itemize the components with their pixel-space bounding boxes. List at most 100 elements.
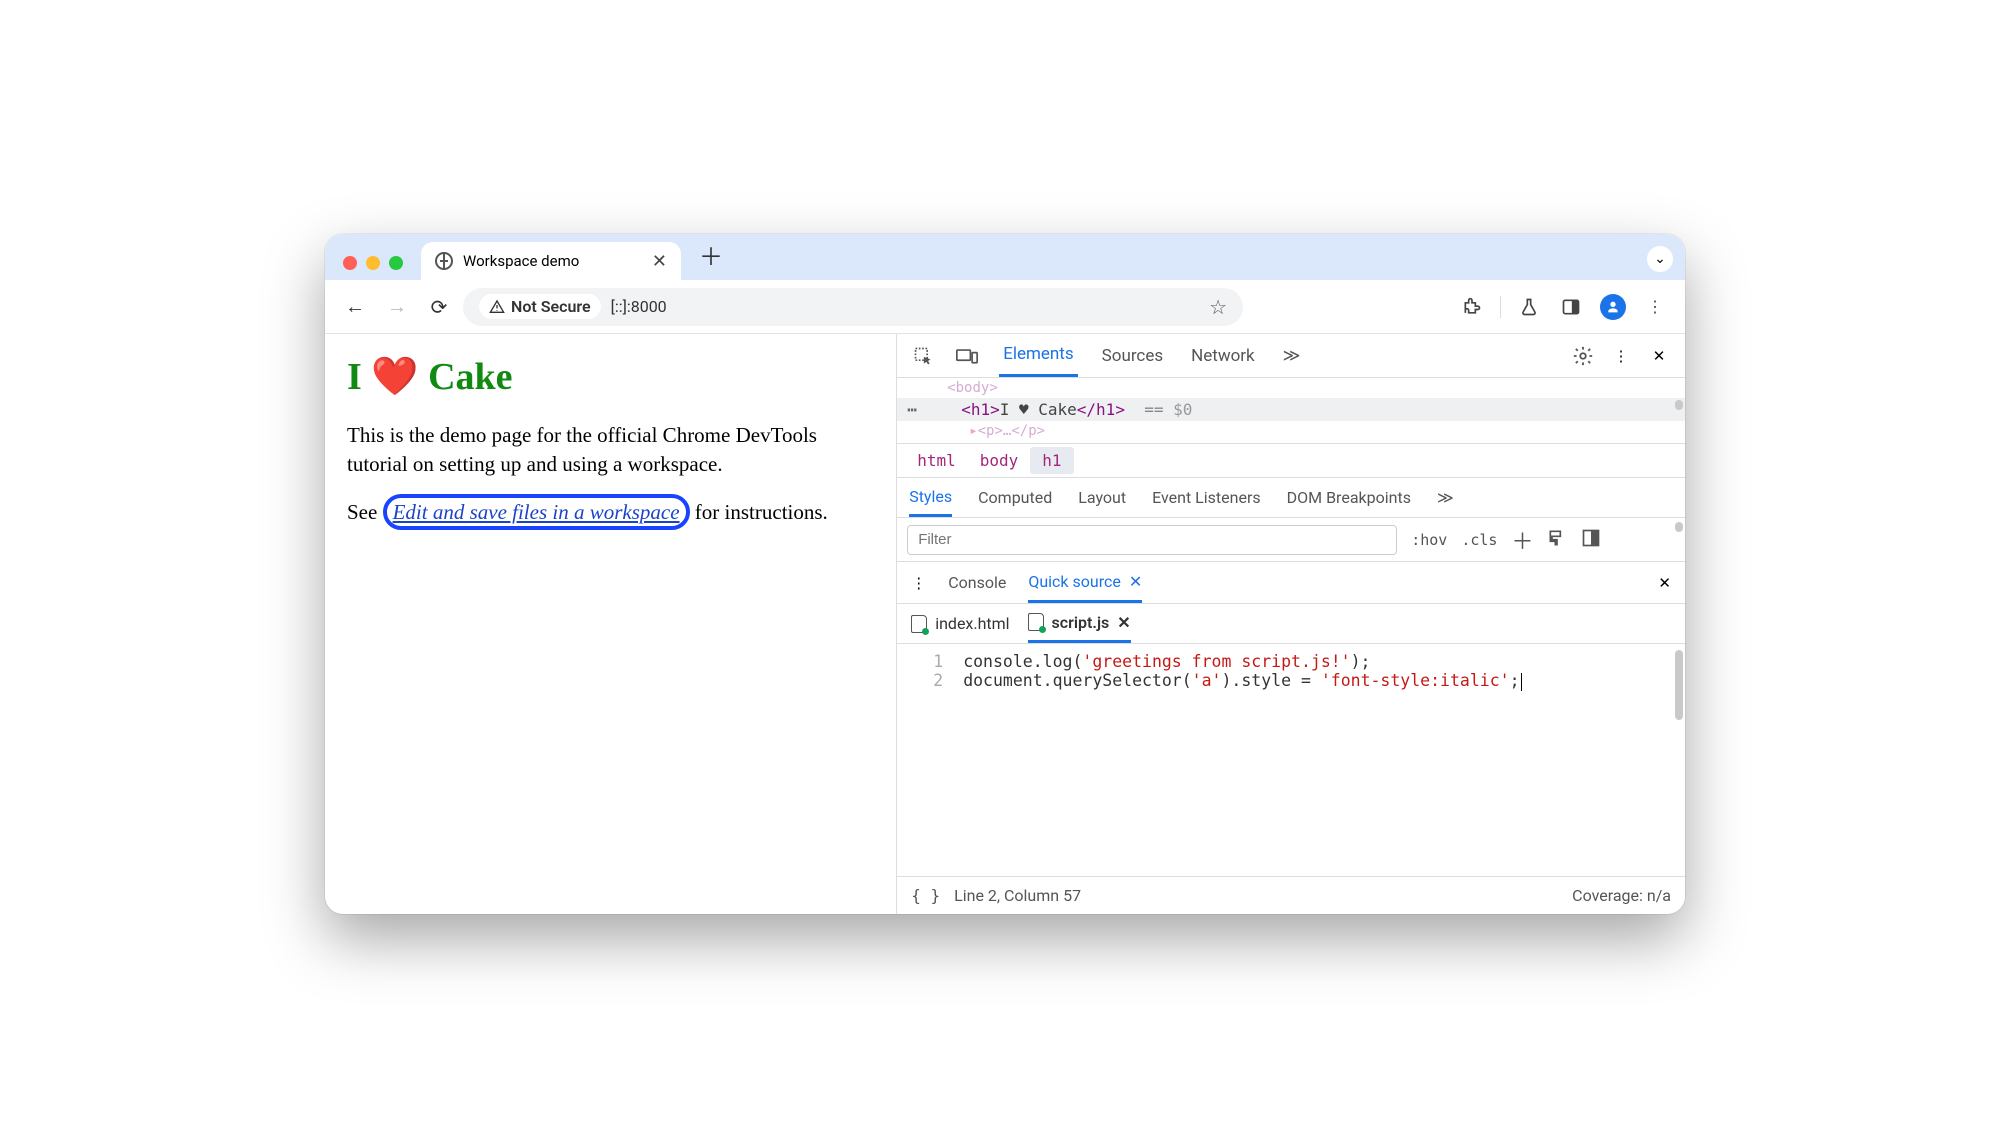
editor-status-bar: { } Line 2, Column 57 Coverage: n/a bbox=[897, 876, 1685, 914]
traffic-lights bbox=[337, 256, 413, 280]
file-index-label: index.html bbox=[935, 614, 1009, 633]
drawer-quick-close-icon[interactable]: ✕ bbox=[1129, 572, 1142, 591]
dom-close-tag: </h1> bbox=[1077, 400, 1125, 419]
file-tabs: index.html script.js ✕ bbox=[897, 604, 1685, 644]
stab-styles[interactable]: Styles bbox=[909, 478, 952, 517]
bookmark-star-icon[interactable]: ☆ bbox=[1209, 295, 1227, 319]
drawer-quick-source[interactable]: Quick source ✕ bbox=[1028, 562, 1142, 603]
p2-after: for instructions. bbox=[690, 500, 828, 524]
browser-window: Workspace demo ✕ ＋ ⌄ ← → ⟳ Not Secure [:… bbox=[325, 234, 1685, 914]
forward-button[interactable]: → bbox=[379, 289, 415, 325]
dom-line-selected[interactable]: <h1>I ♥ Cake</h1> == $0 bbox=[897, 398, 1685, 421]
rendered-page: I ❤️ Cake This is the demo page for the … bbox=[325, 334, 896, 914]
stab-layout[interactable]: Layout bbox=[1078, 478, 1126, 517]
dom-breadcrumb: html body h1 bbox=[897, 444, 1685, 478]
styles-filter-input[interactable] bbox=[907, 525, 1397, 555]
computed-panel-icon[interactable] bbox=[1581, 528, 1601, 552]
address-bar[interactable]: Not Secure [::]:8000 ☆ bbox=[463, 288, 1243, 326]
highlight-box: Edit and save files in a workspace bbox=[383, 494, 690, 530]
close-window-button[interactable] bbox=[343, 256, 357, 270]
line-num-1: 1 bbox=[897, 652, 943, 671]
file-close-icon[interactable]: ✕ bbox=[1117, 613, 1130, 632]
crumb-body[interactable]: body bbox=[968, 447, 1031, 474]
settings-icon[interactable] bbox=[1571, 344, 1595, 368]
content-area: I ❤️ Cake This is the demo page for the … bbox=[325, 334, 1685, 914]
reload-button[interactable]: ⟳ bbox=[421, 289, 457, 325]
cls-toggle[interactable]: .cls bbox=[1461, 531, 1497, 549]
dom-text: I ♥ Cake bbox=[1000, 400, 1077, 419]
new-tab-button[interactable]: ＋ bbox=[689, 237, 733, 280]
dom-ellipsis-icon[interactable]: ⋯ bbox=[907, 400, 919, 419]
paint-icon[interactable] bbox=[1547, 528, 1567, 552]
security-chip[interactable]: Not Secure bbox=[479, 294, 601, 319]
devtools-panel: Elements Sources Network ≫ ⋮ ✕ ⋯ <body> … bbox=[896, 334, 1685, 914]
tab-network[interactable]: Network bbox=[1187, 334, 1259, 377]
tabs-more-icon[interactable]: ≫ bbox=[1279, 334, 1305, 377]
drawer-quick-label: Quick source bbox=[1028, 572, 1121, 591]
stab-dombp[interactable]: DOM Breakpoints bbox=[1287, 478, 1411, 517]
back-button[interactable]: ← bbox=[337, 289, 373, 325]
tab-close-button[interactable]: ✕ bbox=[652, 251, 667, 272]
labs-icon[interactable] bbox=[1511, 289, 1547, 325]
dom-tree[interactable]: ⋯ <body> <h1>I ♥ Cake</h1> == $0 ▸<p>…</… bbox=[897, 378, 1685, 444]
menu-button[interactable]: ⋮ bbox=[1637, 289, 1673, 325]
page-heading: I ❤️ Cake bbox=[347, 352, 874, 403]
hov-toggle[interactable]: :hov bbox=[1411, 531, 1447, 549]
code-editor[interactable]: 1 2 console.log('greetings from script.j… bbox=[897, 644, 1685, 876]
devtools-menu-icon[interactable]: ⋮ bbox=[1609, 344, 1633, 368]
text-caret bbox=[1521, 673, 1522, 691]
drawer-console[interactable]: Console bbox=[948, 562, 1006, 603]
devtools-main-tabs: Elements Sources Network ≫ ⋮ ✕ bbox=[897, 334, 1685, 378]
new-rule-icon[interactable]: ＋ bbox=[1511, 524, 1533, 556]
security-label: Not Secure bbox=[511, 297, 591, 316]
file-tab-index[interactable]: index.html bbox=[911, 604, 1009, 643]
code-body[interactable]: console.log('greetings from script.js!')… bbox=[957, 644, 1531, 876]
drawer-close-icon[interactable]: ✕ bbox=[1658, 574, 1671, 592]
crumb-h1[interactable]: h1 bbox=[1030, 447, 1073, 474]
code-line-1: console.log('greetings from script.js!')… bbox=[963, 652, 1521, 671]
warning-icon bbox=[489, 299, 505, 315]
extensions-icon[interactable] bbox=[1454, 289, 1490, 325]
file-icon bbox=[911, 615, 927, 633]
crumb-html[interactable]: html bbox=[905, 447, 968, 474]
cursor-position: Line 2, Column 57 bbox=[954, 886, 1081, 905]
styles-scrollbar[interactable] bbox=[1675, 522, 1683, 556]
devtools-close-icon[interactable]: ✕ bbox=[1647, 344, 1671, 368]
tabs-dropdown-button[interactable]: ⌄ bbox=[1647, 246, 1673, 272]
inspect-icon[interactable] bbox=[911, 344, 935, 368]
tab-strip: Workspace demo ✕ ＋ ⌄ bbox=[325, 234, 1685, 280]
code-line-2: document.querySelector('a').style = 'fon… bbox=[963, 671, 1521, 691]
dom-line-p: ▸<p>…</p> bbox=[897, 421, 1685, 441]
minimize-window-button[interactable] bbox=[366, 256, 380, 270]
profile-button[interactable] bbox=[1595, 289, 1631, 325]
file-icon bbox=[1028, 613, 1044, 631]
device-toggle-icon[interactable] bbox=[955, 344, 979, 368]
toolbar: ← → ⟳ Not Secure [::]:8000 ☆ ⋮ bbox=[325, 280, 1685, 334]
side-panel-icon[interactable] bbox=[1553, 289, 1589, 325]
workspace-link[interactable]: Edit and save files in a workspace bbox=[393, 500, 680, 524]
stab-computed[interactable]: Computed bbox=[978, 478, 1052, 517]
tab-sources[interactable]: Sources bbox=[1098, 334, 1167, 377]
tab-elements[interactable]: Elements bbox=[999, 334, 1077, 377]
dom-line-body-open: <body> bbox=[897, 378, 1685, 398]
stabs-more-icon[interactable]: ≫ bbox=[1437, 478, 1454, 517]
dom-scrollbar[interactable] bbox=[1675, 382, 1683, 439]
page-paragraph-2: See Edit and save files in a workspace f… bbox=[347, 494, 874, 530]
p2-before: See bbox=[347, 500, 383, 524]
editor-scrollbar[interactable] bbox=[1675, 650, 1683, 870]
styles-filter-row: :hov .cls ＋ bbox=[897, 518, 1685, 562]
styles-tabs: Styles Computed Layout Event Listeners D… bbox=[897, 478, 1685, 518]
coverage-status: Coverage: n/a bbox=[1572, 886, 1671, 905]
page-paragraph-1: This is the demo page for the official C… bbox=[347, 421, 874, 478]
drawer-menu-icon[interactable]: ⋮ bbox=[911, 574, 926, 592]
toolbar-divider bbox=[1500, 296, 1501, 318]
file-tab-script[interactable]: script.js ✕ bbox=[1028, 604, 1131, 643]
dom-eq: == bbox=[1144, 400, 1173, 419]
format-icon[interactable]: { } bbox=[911, 886, 940, 905]
file-script-label: script.js bbox=[1052, 613, 1110, 632]
url-text: [::]:8000 bbox=[611, 297, 667, 316]
maximize-window-button[interactable] bbox=[389, 256, 403, 270]
stab-events[interactable]: Event Listeners bbox=[1152, 478, 1261, 517]
browser-tab[interactable]: Workspace demo ✕ bbox=[421, 242, 681, 280]
dom-open-tag: <h1> bbox=[961, 400, 1000, 419]
